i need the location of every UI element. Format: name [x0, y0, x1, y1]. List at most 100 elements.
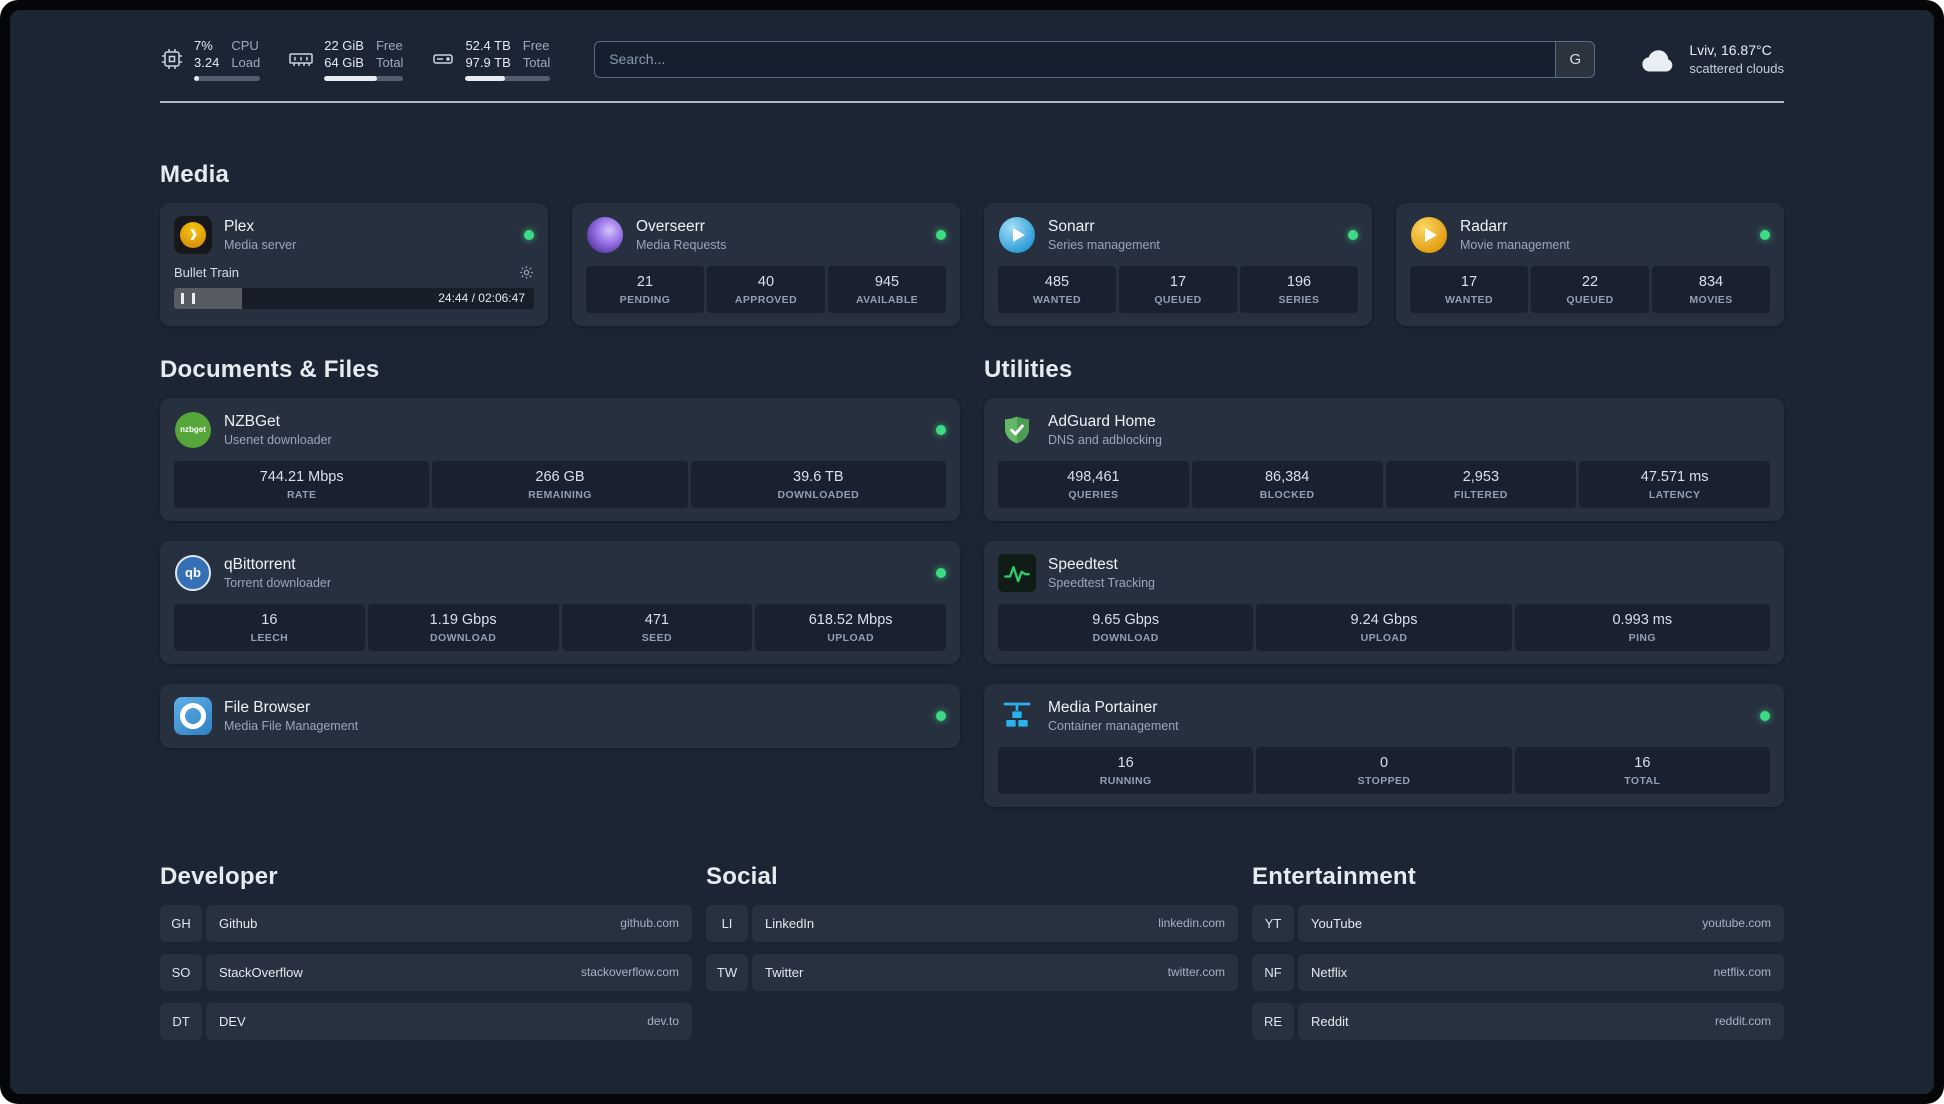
stat-approved: 40 APPROVED — [707, 265, 825, 313]
gear-icon — [520, 266, 533, 279]
stat-ping: 0.993 ms PING — [1514, 603, 1770, 651]
stat-filtered: 2,953 FILTERED — [1385, 460, 1577, 508]
stat-queued: 22 QUEUED — [1531, 265, 1649, 313]
nzbget-stats: 744.21 Mbps RATE 266 GB REMAINING 39.6 T… — [174, 460, 946, 508]
card-speedtest[interactable]: Speedtest Speedtest Tracking 9.65 Gbps D… — [984, 540, 1784, 664]
utilities-column: Utilities AdGuard Home DNS and adblockin… — [984, 356, 1784, 807]
bookmark-link[interactable]: YouTube youtube.com — [1298, 904, 1784, 942]
card-sonarr[interactable]: Sonarr Series management 485 WANTED 17 Q… — [984, 202, 1372, 326]
overseerr-icon — [586, 216, 624, 254]
search-provider-label: G — [1569, 50, 1582, 68]
bookmark-abbr[interactable]: DT — [160, 1002, 202, 1040]
stat-downloaded: 39.6 TB DOWNLOADED — [690, 460, 946, 508]
service-name: NZBGet — [224, 412, 280, 430]
status-dot — [1348, 229, 1358, 240]
section-title-entertainment: Entertainment — [1252, 862, 1416, 890]
cpu-icon — [162, 49, 182, 70]
bookmark-group-entertainment: Entertainment YT YouTube youtube.com NF … — [1252, 863, 1784, 1040]
stat-movies: 834 MOVIES — [1652, 265, 1770, 313]
card-adguard[interactable]: AdGuard Home DNS and adblocking 498,461 … — [984, 397, 1784, 521]
stat-upload: 9.24 Gbps UPLOAD — [1256, 603, 1512, 651]
search-provider-button[interactable]: G — [1555, 41, 1595, 77]
stat-download: 9.65 Gbps DOWNLOAD — [998, 603, 1254, 651]
nzbget-icon: nzbget — [174, 411, 212, 449]
portainer-stats: 16 RUNNING 0 STOPPED 16 TOTAL — [998, 746, 1770, 794]
search-input[interactable] — [594, 40, 1596, 78]
weather-widget[interactable]: Lviv, 16.87°C scattered clouds — [1639, 41, 1784, 77]
bookmark-link[interactable]: LinkedIn linkedin.com — [752, 904, 1238, 942]
adguard-stats: 498,461 QUERIES 86,384 BLOCKED 2,953 FIL… — [998, 460, 1770, 508]
bookmark-abbr[interactable]: TW — [706, 953, 748, 991]
disk-free-label: Free — [522, 38, 550, 53]
card-nzbget[interactable]: nzbget NZBGet Usenet downloader 744.21 M… — [160, 397, 960, 521]
cpu-bar — [194, 75, 261, 81]
bookmark-link[interactable]: DEV dev.to — [206, 1002, 692, 1040]
bookmark-link[interactable]: StackOverflow stackoverflow.com — [206, 953, 692, 991]
service-name: Sonarr — [1048, 217, 1095, 235]
playback-progress-bar[interactable]: 24:44 / 02:06:47 — [174, 287, 534, 309]
playback-time: 24:44 / 02:06:47 — [438, 291, 525, 306]
service-subtitle: Series management — [1048, 237, 1160, 252]
bookmark-link[interactable]: Netflix netflix.com — [1298, 953, 1784, 991]
card-plex[interactable]: Plex Media server Bullet Train 24:44 / 0… — [160, 202, 548, 326]
status-dot — [1760, 710, 1770, 721]
bookmark-abbr[interactable]: RE — [1252, 1002, 1294, 1040]
screen: 7% 3.24 CPU Load 22 GiB 64 GiB Free Tota… — [0, 0, 1944, 1104]
media-grid: Plex Media server Bullet Train 24:44 / 0… — [160, 202, 1784, 326]
disk-icon — [433, 54, 454, 65]
card-qbittorrent[interactable]: qb qBittorrent Torrent downloader 16 LEE… — [160, 540, 960, 664]
filebrowser-icon — [174, 696, 212, 735]
plex-icon — [174, 215, 212, 254]
service-subtitle: Media server — [224, 237, 297, 252]
service-subtitle: Container management — [1048, 718, 1179, 733]
card-radarr[interactable]: Radarr Movie management 17 WANTED 22 QUE… — [1396, 202, 1784, 326]
service-subtitle: Media Requests — [636, 237, 727, 252]
bookmark-link[interactable]: Reddit reddit.com — [1298, 1002, 1784, 1040]
stat-rate: 744.21 Mbps RATE — [174, 460, 430, 508]
status-dot — [936, 710, 946, 721]
service-name: File Browser — [224, 698, 311, 716]
sonarr-icon — [998, 216, 1036, 254]
section-title-media: Media — [160, 160, 230, 188]
bookmark-abbr[interactable]: SO — [160, 953, 202, 991]
weather-condition: scattered clouds — [1689, 61, 1784, 77]
disk-total-label: Total — [522, 54, 551, 70]
bookmark-abbr[interactable]: YT — [1252, 904, 1294, 942]
player-settings-button[interactable] — [519, 265, 534, 280]
card-portainer[interactable]: Media Portainer Container management 16 … — [984, 683, 1784, 807]
service-name: Overseerr — [636, 217, 705, 235]
dashboard: 7% 3.24 CPU Load 22 GiB 64 GiB Free Tota… — [10, 10, 1934, 1094]
memory-total-label: Total — [375, 54, 404, 70]
memory-widget: 22 GiB 64 GiB Free Total — [288, 38, 404, 81]
memory-bar — [324, 75, 404, 81]
bookmark-netflix: NF Netflix netflix.com — [1252, 953, 1784, 991]
bookmark-dev: DT DEV dev.to — [160, 1002, 692, 1040]
memory-icon — [289, 53, 313, 67]
overseerr-stats: 21 PENDING 40 APPROVED 945 AVAILABLE — [586, 265, 946, 313]
cloud-icon — [1642, 50, 1673, 72]
disk-widget: 52.4 TB 97.9 TB Free Total — [431, 38, 551, 81]
pause-button[interactable] — [181, 292, 195, 304]
bookmarks-area: Developer GH Github github.com SO StackO… — [160, 863, 1784, 1040]
bookmark-abbr[interactable]: GH — [160, 904, 202, 942]
card-overseerr[interactable]: Overseerr Media Requests 21 PENDING 40 A… — [572, 202, 960, 326]
bookmark-link[interactable]: Github github.com — [206, 904, 692, 942]
stat-total: 16 TOTAL — [1514, 746, 1770, 794]
service-name: Plex — [224, 217, 255, 235]
bookmark-abbr[interactable]: NF — [1252, 953, 1294, 991]
service-subtitle: Media File Management — [224, 718, 359, 733]
status-dot — [936, 424, 946, 435]
cpu-percent: 7% — [194, 38, 213, 53]
memory-free-value: 22 GiB — [324, 38, 364, 53]
disk-bar — [465, 75, 551, 81]
bookmark-link[interactable]: Twitter twitter.com — [752, 953, 1238, 991]
stat-available: 945 AVAILABLE — [828, 265, 946, 313]
bookmark-group-social: Social LI LinkedIn linkedin.com TW Twitt… — [706, 863, 1238, 991]
qbittorrent-stats: 16 LEECH 1.19 Gbps DOWNLOAD 471 SEED 618… — [174, 603, 946, 651]
weather-location: Lviv, 16.87°C — [1689, 42, 1772, 59]
service-subtitle: Movie management — [1460, 237, 1570, 252]
plex-now-playing-widget: Bullet Train 24:44 / 02:06:47 — [174, 265, 534, 309]
status-dot — [524, 229, 534, 240]
bookmark-abbr[interactable]: LI — [706, 904, 748, 942]
card-filebrowser[interactable]: File Browser Media File Management — [160, 683, 960, 748]
